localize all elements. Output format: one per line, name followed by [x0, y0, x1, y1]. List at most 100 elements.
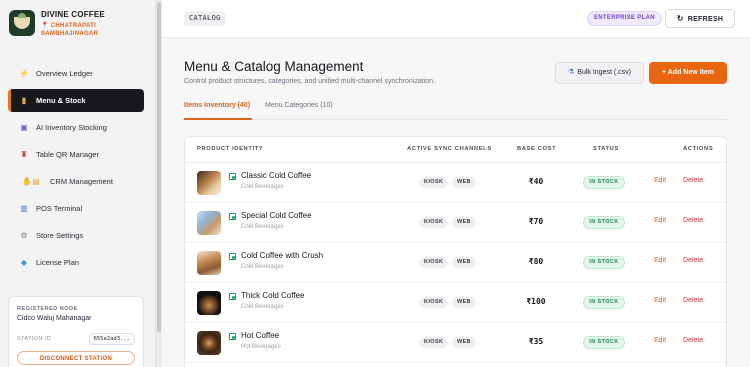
plan-badge: ENTERPRISE PLAN	[587, 11, 662, 26]
page-subtitle: Control product structures, categories, …	[184, 78, 435, 85]
channel-chip-kiosk: KIOSK	[419, 297, 449, 308]
base-cost: ₹80	[528, 257, 544, 266]
top-bar: CATALOG ENTERPRISE PLAN ↻ REFRESH	[162, 0, 750, 38]
flask-icon: ⚗	[568, 69, 575, 76]
brand: DIVINE COFFEE 📍 CHHATRAPATI SAMBHAJINAGAR	[9, 10, 105, 38]
edit-link[interactable]: Edit	[654, 297, 666, 304]
node-name: Cidco Waluj Mahanagar	[17, 315, 92, 322]
menu-book-icon: ▮	[21, 96, 27, 105]
product-image	[197, 291, 221, 315]
base-cost: ₹40	[528, 177, 544, 186]
sidebar-item-menu-stock[interactable]: ▮ Menu & Stock	[8, 89, 144, 112]
edit-link[interactable]: Edit	[654, 177, 666, 184]
brand-location-line2: SAMBHAJINAGAR	[41, 31, 99, 37]
bulk-ingest-button[interactable]: ⚗ Bulk Ingest (.csv)	[555, 62, 644, 84]
edit-link[interactable]: Edit	[654, 257, 666, 264]
product-category: Cold Beverages	[241, 184, 284, 190]
sidebar-item-label: License Plan	[36, 258, 79, 267]
product-category: Cold Beverages	[241, 224, 284, 230]
node-label: REGISTERED NODE	[17, 306, 78, 312]
base-cost: ₹70	[528, 217, 544, 226]
table-row: Special Cold Coffee Cold Beverages KIOSK…	[185, 203, 726, 243]
delete-link[interactable]: Delete	[683, 337, 703, 344]
product-name: Thick Cold Coffee	[241, 291, 305, 300]
channel-chip-web: WEB	[452, 257, 477, 268]
delete-link[interactable]: Delete	[683, 217, 703, 224]
tab-menu-categories[interactable]: Menu Categories (10)	[265, 102, 333, 109]
table-row: Hot Coffee Hot Beverages KIOSK WEB ₹35 I…	[185, 323, 726, 363]
veg-icon	[229, 293, 236, 300]
column-status: STATUS	[593, 146, 619, 152]
table-row: Thick Cold Coffee Cold Beverages KIOSK W…	[185, 283, 726, 323]
sidebar-nav: ⚡ Overview Ledger ▮ Menu & Stock ▣ AI In…	[8, 62, 144, 278]
veg-icon	[229, 213, 236, 220]
channel-chip-kiosk: KIOSK	[419, 257, 449, 268]
waiter-icon: ♜	[20, 150, 28, 159]
sidebar-item-label: Overview Ledger	[36, 69, 93, 78]
channel-chip-web: WEB	[452, 337, 477, 348]
tabs: Items Inventory (40) Menu Categories (10…	[184, 98, 727, 120]
lightning-icon: ⚡	[19, 69, 29, 78]
product-name: Cold Coffee with Crush	[241, 251, 324, 260]
product-image	[197, 251, 221, 275]
sidebar-item-overview-ledger[interactable]: ⚡ Overview Ledger	[8, 62, 144, 85]
base-cost: ₹100	[526, 297, 546, 306]
station-row: STATION ID 655e2ad3...	[17, 333, 135, 345]
product-category: Hot Beverages	[241, 344, 281, 350]
brand-logo-icon	[9, 10, 35, 36]
page-title: Menu & Catalog Management	[184, 59, 364, 74]
sidebar-item-label: Menu & Stock	[36, 96, 86, 105]
veg-icon	[229, 333, 236, 340]
delete-link[interactable]: Delete	[683, 177, 703, 184]
sidebar-item-ai-inventory[interactable]: ▣ AI Inventory Stocking	[8, 116, 144, 139]
brand-location-line1: CHHATRAPATI	[50, 23, 97, 29]
sidebar-item-license-plan[interactable]: ◆ License Plan	[8, 251, 144, 274]
delete-link[interactable]: Delete	[683, 257, 703, 264]
sidebar-item-label: POS Terminal	[36, 204, 83, 213]
refresh-icon: ↻	[676, 14, 684, 23]
channel-chip-kiosk: KIOSK	[419, 337, 449, 348]
status-badge: IN STOCK	[583, 176, 625, 189]
sidebar-item-label: Table QR Manager	[36, 150, 99, 159]
add-new-item-button[interactable]: + Add New Item	[649, 62, 727, 84]
channel-chip-kiosk: KIOSK	[419, 217, 449, 228]
product-name: Classic Cold Coffee	[241, 171, 312, 180]
sidebar-item-label: AI Inventory Stocking	[36, 123, 107, 132]
channel-chip-web: WEB	[452, 177, 477, 188]
ai-inventory-icon: ▣	[20, 123, 28, 132]
product-name: Special Cold Coffee	[241, 211, 312, 220]
status-badge: IN STOCK	[583, 216, 625, 229]
column-channels: ACTIVE SYNC CHANNELS	[407, 146, 492, 152]
table-row: Classic Cold Coffee Cold Beverages KIOSK…	[185, 163, 726, 203]
delete-link[interactable]: Delete	[683, 297, 703, 304]
table-row: Cold Coffee with Crush Cold Beverages KI…	[185, 243, 726, 283]
brand-name: DIVINE COFFEE	[41, 10, 105, 19]
sidebar-item-label: Store Settings	[36, 231, 84, 240]
tab-items-inventory[interactable]: Items Inventory (40)	[184, 102, 250, 109]
gear-icon: ⚙	[20, 231, 28, 240]
product-image	[197, 331, 221, 355]
veg-icon	[229, 173, 236, 180]
status-badge: IN STOCK	[583, 296, 625, 309]
status-badge: IN STOCK	[583, 256, 625, 269]
channel-chip-kiosk: KIOSK	[419, 177, 449, 188]
column-product: PRODUCT IDENTITY	[197, 146, 264, 152]
station-id: 655e2ad3...	[88, 333, 135, 345]
refresh-button[interactable]: ↻ REFRESH	[665, 9, 735, 28]
edit-link[interactable]: Edit	[654, 337, 666, 344]
sidebar-item-store-settings[interactable]: ⚙ Store Settings	[8, 224, 144, 247]
column-actions: ACTIONS	[683, 146, 714, 152]
product-category: Cold Beverages	[241, 264, 284, 270]
product-name: Hot Coffee	[241, 331, 280, 340]
channel-chip-web: WEB	[452, 217, 477, 228]
disconnect-station-button[interactable]: DISCONNECT STATION	[17, 351, 135, 365]
sidebar-item-pos-terminal[interactable]: ▥ POS Terminal	[8, 197, 144, 220]
edit-link[interactable]: Edit	[654, 217, 666, 224]
scrollbar-thumb[interactable]	[157, 2, 161, 332]
sidebar-item-crm[interactable]: ✋▤ CRM Management	[8, 170, 144, 193]
sidebar-item-table-qr[interactable]: ♜ Table QR Manager	[8, 143, 144, 166]
refresh-label: REFRESH	[687, 16, 724, 23]
sidebar: DIVINE COFFEE 📍 CHHATRAPATI SAMBHAJINAGAR…	[0, 0, 156, 367]
column-cost: BASE COST	[517, 146, 557, 152]
location-pin-icon: 📍	[41, 23, 49, 29]
